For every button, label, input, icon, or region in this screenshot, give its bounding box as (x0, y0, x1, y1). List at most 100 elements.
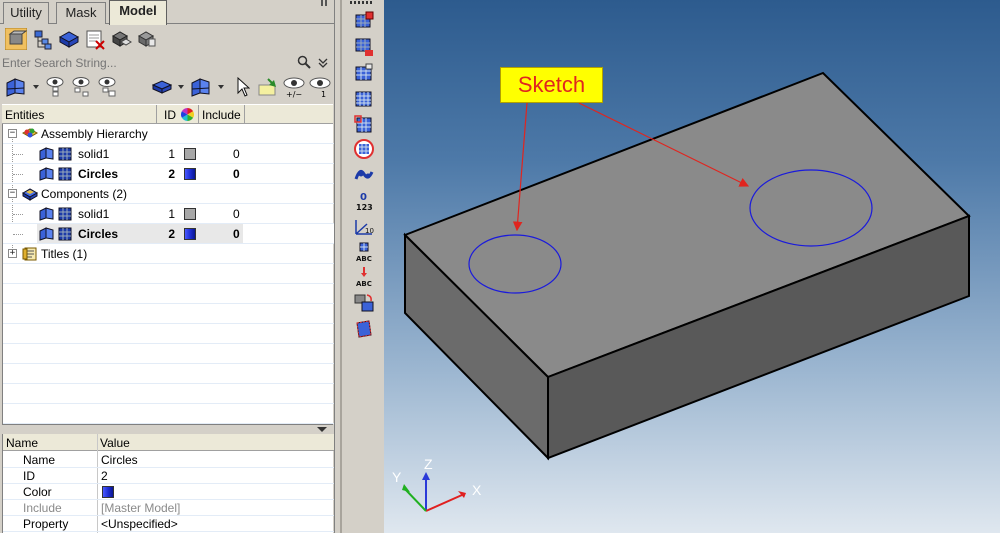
header-id[interactable]: ID (164, 108, 176, 122)
color-swatch[interactable] (184, 208, 196, 220)
tree-row-assembly-hierarchy[interactable]: − Assembly Hierarchy (3, 124, 334, 144)
entity-name: solid1 (78, 207, 110, 221)
dropdown-arrow-icon[interactable] (218, 85, 224, 89)
property-row-color[interactable]: Color (3, 484, 334, 500)
toolbar-grip[interactable] (350, 1, 372, 4)
color-swatch[interactable] (184, 228, 196, 240)
tree-label: Assembly Hierarchy (41, 127, 148, 141)
eye-plus-minus-icon[interactable]: +/− (282, 76, 306, 98)
node-icon[interactable] (353, 164, 375, 186)
entity-properties-table: Name Value Name Circles ID 2 Color Inclu… (2, 434, 334, 533)
components-folder-icon (22, 188, 38, 201)
ruler-10-icon[interactable]: 10 (353, 216, 375, 238)
header-name: Name (6, 436, 39, 450)
tab-model[interactable]: Model (109, 0, 167, 25)
assembly-hierarchy-icon (22, 128, 38, 138)
solid-dropdown-icon[interactable] (152, 79, 172, 95)
property-row-name[interactable]: Name Circles (3, 452, 334, 468)
property-row-property[interactable]: Property <Unspecified> (3, 516, 334, 532)
header-include[interactable]: Include (202, 108, 241, 122)
model-scene (402, 71, 971, 512)
eye-one-icon[interactable]: 1 (308, 76, 332, 98)
triad-x-label: X (472, 482, 482, 498)
mesh-grid-icon (58, 147, 72, 161)
tree-row-solid1[interactable]: solid1 1 0 (3, 204, 334, 224)
dropdown-arrow-icon[interactable] (178, 85, 184, 89)
panel-splitter[interactable] (2, 424, 333, 434)
circle-check-icon[interactable] (353, 138, 375, 160)
titles-icon (22, 247, 37, 261)
search-bar (0, 53, 335, 73)
property-value[interactable]: 2 (101, 469, 108, 483)
collapse-icon[interactable]: − (8, 129, 17, 138)
component-icon (39, 167, 54, 181)
property-key: Color (23, 485, 52, 499)
color-swatch[interactable] (184, 148, 196, 160)
delete-view-icon[interactable] (84, 28, 106, 50)
svg-text:10: 10 (365, 227, 374, 235)
solid-view-icon[interactable] (58, 28, 80, 50)
mesh-grid-icon (58, 167, 72, 181)
graphics-viewport[interactable]: Sketch Y Z X (384, 0, 1000, 533)
surface-edit-icon[interactable] (353, 10, 375, 32)
surface-transform-icon[interactable] (353, 292, 375, 314)
surface-box-icon[interactable] (353, 318, 375, 340)
tolerance-icon[interactable] (353, 114, 375, 136)
search-icon[interactable] (297, 55, 311, 69)
expand-icon[interactable]: + (8, 249, 17, 258)
display-view-icon[interactable] (136, 28, 158, 50)
property-value[interactable]: <Unspecified> (101, 517, 178, 531)
tree-row-circles[interactable]: Circles 2 0 (3, 164, 334, 184)
property-row-id[interactable]: ID 2 (3, 468, 334, 484)
label-abc-red-icon[interactable]: ABC (353, 266, 375, 288)
hide-icon[interactable] (71, 76, 93, 98)
component-view-icon[interactable] (5, 28, 27, 50)
tab-mask[interactable]: Mask (56, 2, 106, 24)
tab-bar: Utility Mask Model (0, 0, 335, 25)
surface-delete-icon[interactable] (353, 36, 375, 58)
tree-row-titles[interactable]: + Titles (1) (3, 244, 334, 264)
property-key: Name (23, 453, 56, 467)
hierarchy-view-icon[interactable] (32, 28, 54, 50)
tree-row-components[interactable]: − Components (2) (3, 184, 334, 204)
tab-utility[interactable]: Utility (3, 2, 49, 24)
entity-id: 2 (168, 167, 175, 181)
entity-include: 0 (233, 227, 240, 241)
dropdown-arrow-icon[interactable] (33, 85, 39, 89)
entity-name: Circles (78, 167, 119, 181)
entity-id: 1 (168, 207, 175, 221)
entity-select-icon[interactable] (5, 77, 27, 97)
panel-grip[interactable] (321, 0, 329, 6)
isolate-icon[interactable] (97, 76, 119, 98)
label-abc-icon[interactable]: ABC (353, 242, 375, 264)
show-icon[interactable] (45, 76, 67, 98)
triad-y-label: Y (392, 469, 402, 485)
mesh-grid-icon (58, 207, 72, 221)
search-input[interactable] (2, 54, 287, 72)
tree-empty-row (3, 384, 334, 404)
sketch-callout-label: Sketch (500, 67, 603, 103)
number-123-icon[interactable]: 0 123 (353, 190, 375, 212)
tree-label: Components (2) (41, 187, 128, 201)
svg-text:ABC: ABC (356, 280, 372, 288)
grid-icon[interactable] (353, 88, 375, 110)
entity-name: solid1 (78, 147, 110, 161)
color-wheel-icon[interactable] (181, 108, 194, 121)
color-swatch[interactable] (102, 486, 114, 498)
mesh-icon[interactable] (353, 62, 375, 84)
color-swatch[interactable] (184, 168, 196, 180)
tree-row-solid1[interactable]: solid1 1 0 (3, 144, 334, 164)
tree-row-circles-selected[interactable]: Circles 2 0 (3, 224, 334, 244)
svg-text:0: 0 (360, 192, 367, 203)
header-entities[interactable]: Entities (5, 108, 44, 122)
chevron-double-down-icon[interactable] (318, 57, 328, 69)
property-row-include[interactable]: Include [Master Model] (3, 500, 334, 516)
collapse-icon[interactable]: − (8, 189, 17, 198)
collapse-arrow-icon[interactable] (317, 427, 327, 432)
property-value[interactable]: Circles (101, 453, 138, 467)
component-dropdown-icon[interactable] (190, 77, 212, 97)
assembly-view-icon[interactable] (110, 28, 132, 50)
entity-id: 2 (168, 227, 175, 241)
pointer-icon[interactable] (236, 77, 250, 97)
highlight-icon[interactable] (256, 77, 278, 97)
